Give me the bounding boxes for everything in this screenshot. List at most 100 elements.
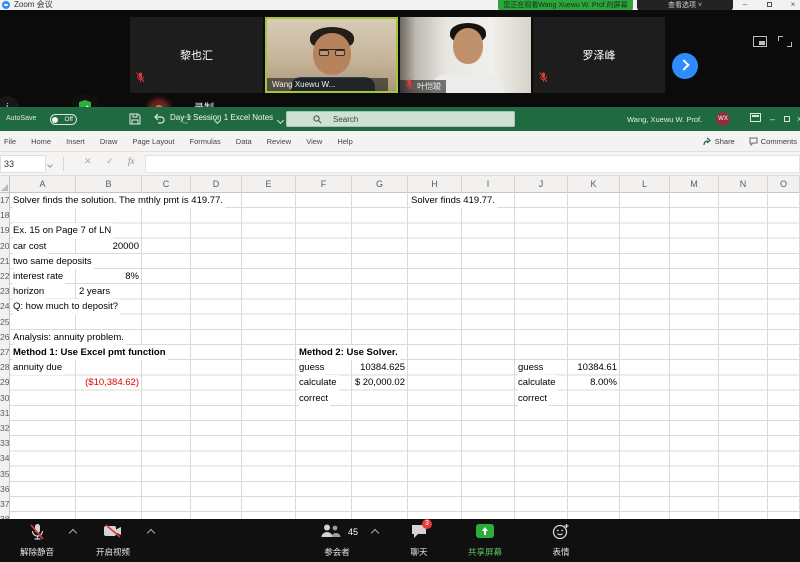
cell-A19[interactable]: Ex. 15 on Page 7 of LN	[13, 223, 113, 238]
cell-F27[interactable]: Method 2: Use Solver.	[299, 345, 400, 360]
column-header-C[interactable]: C	[142, 176, 191, 193]
participants-chevron-icon[interactable]	[371, 529, 379, 537]
ribbon-tab-review[interactable]: Review	[267, 137, 292, 146]
formula-input[interactable]	[145, 155, 800, 173]
ribbon-tab-help[interactable]: Help	[337, 137, 352, 146]
row-header-19[interactable]: 19	[0, 223, 10, 238]
row-header-38[interactable]: 38	[0, 512, 10, 519]
ribbon-tab-view[interactable]: View	[306, 137, 322, 146]
cell-A20[interactable]: car cost	[13, 239, 48, 254]
cell-A21[interactable]: two same deposits	[13, 254, 94, 269]
cell-F29[interactable]: calculate	[299, 375, 339, 390]
column-header-F[interactable]: F	[296, 176, 352, 193]
row-header-27[interactable]: 27	[0, 345, 10, 360]
ribbon-tab-draw[interactable]: Draw	[100, 137, 118, 146]
account-avatar[interactable]: WX	[716, 112, 730, 126]
cell-J29[interactable]: calculate	[518, 375, 558, 390]
grid-body[interactable]: 1718192021222324252627282930313233343536…	[0, 193, 800, 519]
row-header-32[interactable]: 32	[0, 421, 10, 436]
row-header-31[interactable]: 31	[0, 406, 10, 421]
column-header-I[interactable]: I	[462, 176, 515, 193]
cell-A27[interactable]: Method 1: Use Excel pmt function	[13, 345, 168, 360]
select-all-corner[interactable]	[0, 176, 10, 193]
participants-button[interactable]: 45 参会者	[306, 519, 368, 562]
video-tile-3[interactable]: 叶恺竣	[400, 17, 531, 93]
cell-G29[interactable]: $20,000.02	[355, 375, 405, 390]
window-minimize-icon[interactable]: –	[738, 0, 752, 10]
row-header-21[interactable]: 21	[0, 254, 10, 269]
start-video-button[interactable]: 开启视频	[82, 519, 144, 562]
cell-B29[interactable]: ($10,384.62)	[76, 375, 139, 390]
row-header-24[interactable]: 24	[0, 299, 10, 314]
cell-A17[interactable]: Solver finds the solution. The mthly pmt…	[13, 193, 225, 208]
video-tile-4[interactable]: 罗泽峰	[533, 17, 665, 93]
cell-A23[interactable]: horizon	[13, 284, 46, 299]
name-box-caret-icon[interactable]	[47, 162, 53, 168]
cell-A26[interactable]: Analysis: annuity problem.	[13, 330, 126, 345]
row-header-23[interactable]: 23	[0, 284, 10, 299]
video-tile-2[interactable]: Wang Xuewu W...	[265, 17, 398, 93]
column-header-L[interactable]: L	[620, 176, 670, 193]
share-screen-button[interactable]: 共享屏幕	[452, 519, 518, 562]
ribbon-tab-page-layout[interactable]: Page Layout	[132, 137, 174, 146]
column-header-K[interactable]: K	[568, 176, 620, 193]
cell-H17[interactable]: Solver finds 419.77.	[411, 193, 497, 208]
cell-J28[interactable]: guess	[518, 360, 545, 375]
row-header-35[interactable]: 35	[0, 467, 10, 482]
cancel-icon[interactable]: ✕	[84, 156, 92, 167]
next-participants-button[interactable]	[672, 53, 698, 79]
undo-icon[interactable]	[152, 112, 166, 126]
chat-button[interactable]: 3 聊天	[396, 519, 442, 562]
reactions-button[interactable]: 表情	[538, 519, 584, 562]
enter-icon[interactable]: ✓	[106, 156, 114, 167]
cell-B23[interactable]: 2 years	[79, 284, 112, 299]
account-name[interactable]: Wang, Xuewu W. Prof.	[627, 115, 702, 124]
comments-button[interactable]: Comments	[749, 137, 797, 146]
cell-F28[interactable]: guess	[299, 360, 326, 375]
fullscreen-icon[interactable]	[778, 36, 792, 47]
ribbon-tab-data[interactable]: Data	[236, 137, 252, 146]
column-header-B[interactable]: B	[76, 176, 142, 193]
unmute-button[interactable]: 解除静音	[6, 519, 68, 562]
search-input[interactable]: Search	[286, 111, 515, 127]
document-title[interactable]: Day 1 Session 1 Excel Notes	[170, 113, 273, 122]
row-header-30[interactable]: 30	[0, 391, 10, 406]
column-header-N[interactable]: N	[719, 176, 768, 193]
row-header-25[interactable]: 25	[0, 315, 10, 330]
column-header-A[interactable]: A	[10, 176, 76, 193]
column-header-D[interactable]: D	[191, 176, 242, 193]
excel-minimize-icon[interactable]: –	[770, 114, 775, 124]
name-box[interactable]: 33	[0, 155, 46, 173]
row-header-22[interactable]: 22	[0, 269, 10, 284]
row-header-17[interactable]: 17	[0, 193, 10, 208]
save-icon[interactable]	[128, 112, 142, 126]
row-header-33[interactable]: 33	[0, 436, 10, 451]
column-header-G[interactable]: G	[352, 176, 408, 193]
column-header-J[interactable]: J	[515, 176, 568, 193]
ribbon-tab-insert[interactable]: Insert	[66, 137, 85, 146]
ribbon-tab-formulas[interactable]: Formulas	[190, 137, 221, 146]
cell-K28[interactable]: 10384.61	[568, 360, 617, 375]
row-header-26[interactable]: 26	[0, 330, 10, 345]
insert-function-icon[interactable]: fx	[128, 156, 135, 166]
share-button[interactable]: Share	[703, 137, 735, 146]
cell-B22[interactable]: 8%	[76, 269, 139, 284]
row-header-34[interactable]: 34	[0, 451, 10, 466]
cell-J30[interactable]: correct	[518, 391, 549, 406]
column-header-O[interactable]: O	[768, 176, 800, 193]
excel-restore-icon[interactable]	[784, 114, 790, 124]
row-header-20[interactable]: 20	[0, 239, 10, 254]
row-header-36[interactable]: 36	[0, 482, 10, 497]
cell-B20[interactable]: 20000	[76, 239, 139, 254]
mute-options-chevron-icon[interactable]	[69, 529, 77, 537]
cell-A24[interactable]: Q: how much to deposit?	[13, 299, 120, 314]
ribbon-tab-file[interactable]: File	[4, 137, 16, 146]
title-caret-icon[interactable]	[277, 117, 284, 124]
column-header-E[interactable]: E	[242, 176, 296, 193]
window-maximize-icon[interactable]	[762, 0, 776, 10]
video-tile-1[interactable]: 黎也汇	[130, 17, 263, 93]
cell-A22[interactable]: interest rate	[13, 269, 65, 284]
window-close-icon[interactable]: ×	[786, 0, 800, 10]
view-layout-icon[interactable]	[753, 36, 767, 47]
autosave-toggle[interactable]: Off	[50, 114, 77, 125]
